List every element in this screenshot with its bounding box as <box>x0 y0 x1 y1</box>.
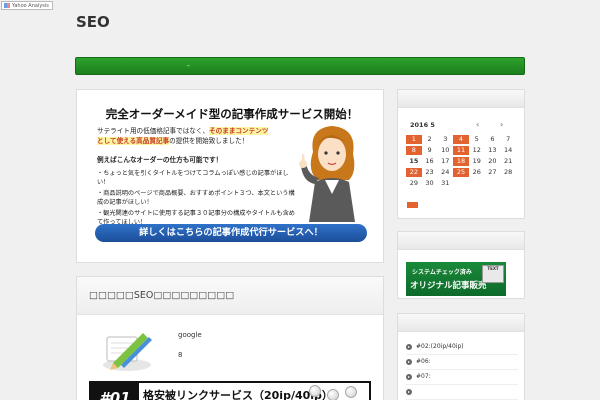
promo-number: #01 <box>91 383 139 400</box>
post-meta-count: 8 <box>178 351 183 359</box>
calendar-header: 2016 5 ‹ › <box>406 120 516 130</box>
post-title[interactable]: □□□□□SEO□□□□□□□□□ <box>89 290 234 301</box>
calendar-day: 27 <box>488 168 497 176</box>
calendar-day: 9 <box>427 146 432 154</box>
calendar-day: 26 <box>472 168 481 176</box>
ad-example-heading: 例えばこんなオーダーの仕方も可能です！ <box>97 156 223 164</box>
category-label: #07: <box>416 373 431 380</box>
calendar-day[interactable]: 4 <box>453 135 469 144</box>
banner-line-2: オリジナル記事販売 <box>410 281 487 291</box>
ad-bullet: ・ちょっと気を引くタイトルをつけてコラムっぽい感じの記事がほしい！ <box>97 170 289 186</box>
banner-line-1: システムチェック済み <box>412 269 472 276</box>
calendar-day: 29 <box>409 179 418 187</box>
calendar-day: 15 <box>409 157 419 165</box>
ad-bullet-list: ・ちょっと気を引くタイトルをつけてコラムっぽい感じの記事がほしい！ ・商品説明の… <box>97 169 297 229</box>
calendar-day: 31 <box>441 179 450 187</box>
text-doc-icon: TEXT <box>482 265 504 283</box>
calendar-day: 10 <box>441 146 450 154</box>
calendar-day: 16 <box>425 157 434 165</box>
calendar-day: 23 <box>425 168 434 176</box>
calendar-day: 20 <box>488 157 497 165</box>
ad-intro-highlight-2: として使える高品質記事 <box>97 137 170 145</box>
arrow-icon <box>406 389 412 395</box>
category-item[interactable] <box>406 385 518 400</box>
calendar-day[interactable]: 1 <box>406 135 422 144</box>
ad-intro-text: サテライト用の低価格記事ではなく、 <box>97 127 210 135</box>
promo-text: 格安被リンクサービス（20ip/40ip） <box>143 389 333 400</box>
calendar-day: 19 <box>472 157 481 165</box>
widget-header <box>398 232 524 250</box>
ad-intro: サテライト用の低価格記事ではなく、そのままコンテンツとして使える高品質記事の提供… <box>97 126 287 146</box>
calendar-day[interactable]: 8 <box>406 146 422 155</box>
calendar-day[interactable]: 18 <box>453 157 469 166</box>
golf-ball-icon <box>327 389 339 400</box>
calendar-day: 13 <box>488 146 497 154</box>
ad-intro-highlight-1: そのままコンテンツ <box>209 127 269 135</box>
post-card: □□□□□SEO□□□□□□□□□ google 8 #01 格安被リンクサービ… <box>76 276 384 400</box>
article-sales-banner[interactable]: システムチェック済み オリジナル記事販売 TEXT <box>406 262 506 296</box>
site-title[interactable]: SEO <box>76 13 110 31</box>
calendar-day: 28 <box>504 168 513 176</box>
calendar: 2016 5 ‹ › 1 2 3 4 5 6 7 8 9 10 11 12 13 14 15 16 17 18 19… <box>406 120 516 188</box>
ad-bullet: ・商品説明のページで商品概要、おすすめポイント３つ、本文という構成の記事がほしい… <box>97 190 295 206</box>
post-header: □□□□□SEO□□□□□□□□□ <box>77 277 383 315</box>
calendar-day: 30 <box>425 179 434 187</box>
side-banner-widget: システムチェック済み オリジナル記事販売 TEXT <box>397 231 525 299</box>
arrow-icon <box>406 374 412 380</box>
calendar-grid: 1 2 3 4 5 6 7 8 9 10 11 12 13 14 15 16 17 18 19 20 21 22 23 24 2… <box>406 135 516 188</box>
golf-ball-icon <box>309 385 321 397</box>
badge-label: Yahoo Analysis <box>12 3 49 9</box>
category-item[interactable]: #07: <box>406 370 518 385</box>
nav-item[interactable]: - <box>187 63 190 70</box>
category-widget: #02:(20ip/40ip) #06: #07: <box>397 313 525 400</box>
ad-banner[interactable]: 完全オーダーメイド型の記事作成サービス開始！ サテライト用の低価格記事ではなく、… <box>76 89 384 263</box>
widget-header <box>398 90 524 108</box>
calendar-month: 2016 5 <box>410 121 435 129</box>
category-item[interactable]: #06: <box>406 355 518 370</box>
calendar-day: 6 <box>490 135 495 143</box>
category-label: #06: <box>416 358 431 365</box>
calendar-day: 5 <box>474 135 479 143</box>
calendar-day: 24 <box>441 168 450 176</box>
arrow-icon <box>406 344 412 350</box>
post-promo-banner[interactable]: #01 格安被リンクサービス（20ip/40ip） <box>89 381 371 400</box>
category-item[interactable]: #02:(20ip/40ip) <box>406 340 518 355</box>
businesswoman-illustration <box>299 126 355 222</box>
ad-title: 完全オーダーメイド型の記事作成サービス開始！ <box>105 107 359 121</box>
cta-button[interactable]: 詳しくはこちらの記事作成代行サービスへ！ <box>95 224 367 242</box>
calendar-day: 7 <box>506 135 511 143</box>
widget-header <box>398 314 524 332</box>
prev-month-icon[interactable]: ‹ <box>476 120 479 129</box>
analytics-icon <box>4 3 10 8</box>
calendar-day: 3 <box>443 135 448 143</box>
post-meta-keyword: google <box>178 331 202 339</box>
calendar-day[interactable]: 22 <box>406 168 422 177</box>
next-month-icon[interactable]: › <box>500 120 503 129</box>
calendar-legend-swatch <box>407 202 418 208</box>
calendar-day: 17 <box>441 157 450 165</box>
golf-ball-icon <box>345 386 357 398</box>
calendar-day: 21 <box>504 157 513 165</box>
analysis-badge[interactable]: Yahoo Analysis <box>1 1 53 10</box>
ad-intro-text-2: の提供を開始致しました！ <box>169 137 249 145</box>
pencil-thumbnail[interactable] <box>99 327 155 373</box>
calendar-day: 2 <box>427 135 432 143</box>
calendar-widget: 2016 5 ‹ › 1 2 3 4 5 6 7 8 9 10 11 12 13 14 15 16 17 18 19… <box>397 89 525 219</box>
calendar-day[interactable]: 11 <box>453 146 469 155</box>
calendar-day[interactable]: 25 <box>453 168 469 177</box>
arrow-icon <box>406 359 412 365</box>
category-label: #02:(20ip/40ip) <box>416 343 464 350</box>
category-list: #02:(20ip/40ip) #06: #07: <box>406 340 518 400</box>
calendar-day: 12 <box>472 146 481 154</box>
global-nav: - <box>75 57 525 75</box>
calendar-day: 14 <box>504 146 513 154</box>
